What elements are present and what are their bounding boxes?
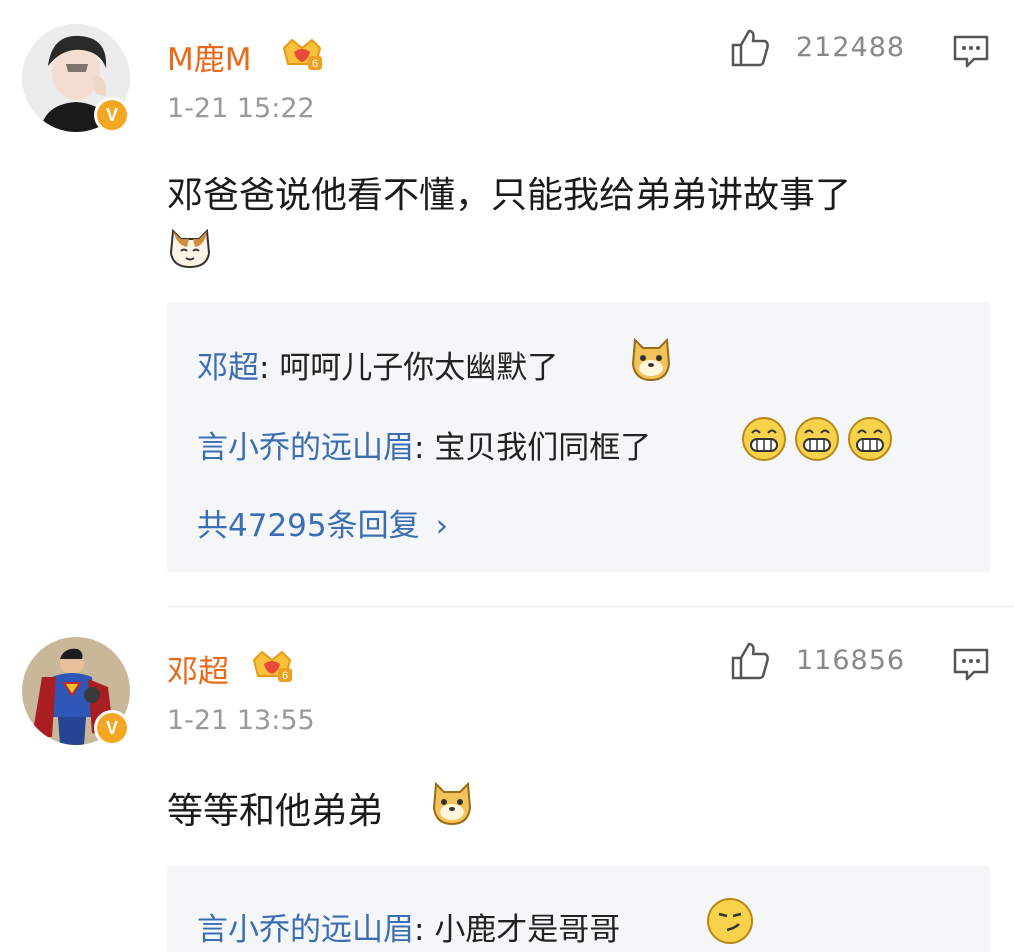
comment-icon[interactable] bbox=[952, 645, 990, 683]
comment-time: 1-21 13:55 bbox=[167, 705, 315, 736]
smirk-emoji bbox=[707, 898, 753, 944]
reply-box[interactable]: 言小乔的远山眉: 小鹿才是哥哥 bbox=[167, 866, 990, 952]
verified-badge: V bbox=[94, 710, 130, 746]
vip-crown-icon: 6 bbox=[252, 650, 292, 682]
username[interactable]: 邓超 bbox=[167, 646, 229, 691]
reply-item: 言小乔的远山眉: 小鹿才是哥哥 bbox=[197, 912, 621, 948]
doge-emoji bbox=[432, 781, 472, 826]
reply-username[interactable]: 言小乔的远山眉 bbox=[197, 912, 414, 948]
vip-level: 6 bbox=[282, 670, 288, 682]
like-count: 116856 bbox=[796, 645, 906, 676]
like-icon[interactable] bbox=[729, 640, 771, 682]
comment-item: V 邓超 6 1-21 13:55 116856 等等和他弟弟 言小乔的远山眉:… bbox=[0, 0, 1014, 952]
comment-text: 等等和他弟弟 bbox=[167, 791, 384, 832]
